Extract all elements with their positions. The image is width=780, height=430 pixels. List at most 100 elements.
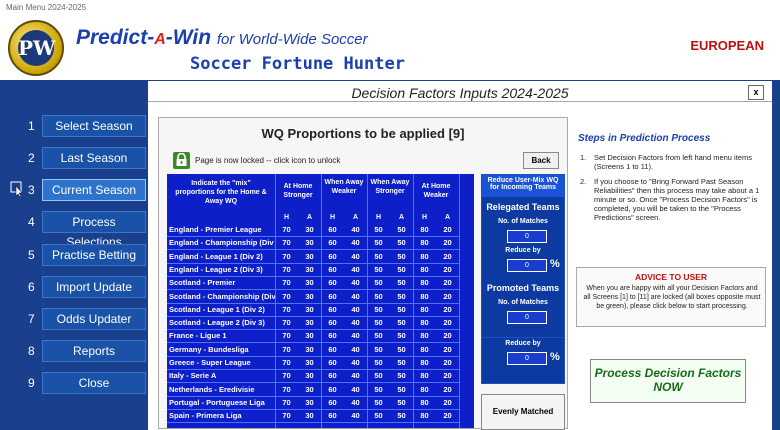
- wq-value-cell[interactable]: 50: [390, 238, 413, 251]
- wq-value-cell[interactable]: 30: [298, 398, 321, 410]
- nav-item-process-selections[interactable]: 4 Process Selections: [0, 209, 150, 249]
- wq-value-cell[interactable]: 80: [413, 265, 436, 277]
- wq-value-cell[interactable]: 20: [436, 331, 459, 344]
- wq-value-cell[interactable]: 60: [321, 345, 344, 357]
- wq-value-cell[interactable]: 50: [390, 318, 413, 331]
- wq-value-cell[interactable]: 40: [344, 252, 367, 264]
- wq-value-cell[interactable]: 30: [298, 371, 321, 384]
- wq-value-cell[interactable]: 60: [321, 278, 344, 291]
- wq-value-cell[interactable]: 50: [390, 252, 413, 264]
- wq-value-cell[interactable]: 50: [390, 225, 413, 237]
- wq-value-cell[interactable]: 50: [390, 371, 413, 384]
- wq-value-cell[interactable]: 70: [275, 371, 298, 384]
- wq-value-cell[interactable]: 60: [321, 252, 344, 264]
- wq-value-cell[interactable]: 40: [344, 292, 367, 304]
- wq-value-cell[interactable]: 70: [275, 318, 298, 331]
- wq-value-cell[interactable]: 30: [298, 411, 321, 424]
- nav-item-practise-betting[interactable]: 5 Practise Betting: [0, 242, 150, 268]
- wq-value-cell[interactable]: 80: [413, 371, 436, 384]
- wq-value-cell[interactable]: 50: [367, 292, 390, 304]
- wq-value-cell[interactable]: 80: [413, 305, 436, 317]
- wq-value-cell[interactable]: 80: [413, 278, 436, 291]
- wq-value-cell[interactable]: 20: [436, 318, 459, 331]
- wq-value-cell[interactable]: 60: [321, 238, 344, 251]
- wq-value-cell[interactable]: 40: [344, 278, 367, 291]
- wq-value-cell[interactable]: 70: [275, 278, 298, 291]
- wq-value-cell[interactable]: 30: [298, 225, 321, 237]
- wq-value-cell[interactable]: 20: [436, 252, 459, 264]
- wq-value-cell[interactable]: 20: [436, 398, 459, 410]
- wq-value-cell[interactable]: 70: [275, 305, 298, 317]
- wq-value-cell[interactable]: 40: [344, 345, 367, 357]
- wq-value-cell[interactable]: 70: [275, 331, 298, 344]
- wq-value-cell[interactable]: 50: [390, 292, 413, 304]
- wq-value-cell[interactable]: 40: [344, 265, 367, 277]
- close-app-button[interactable]: Close: [42, 372, 146, 394]
- back-button[interactable]: Back: [523, 152, 559, 169]
- wq-value-cell[interactable]: 20: [436, 358, 459, 370]
- current-season-button[interactable]: Current Season: [42, 179, 146, 201]
- wq-value-cell[interactable]: 40: [344, 385, 367, 397]
- wq-value-cell[interactable]: 70: [275, 385, 298, 397]
- wq-value-cell[interactable]: 30: [298, 305, 321, 317]
- wq-value-cell[interactable]: 60: [321, 292, 344, 304]
- wq-value-cell[interactable]: 80: [413, 358, 436, 370]
- wq-value-cell[interactable]: 30: [298, 265, 321, 277]
- wq-value-cell[interactable]: 60: [321, 318, 344, 331]
- wq-value-cell[interactable]: 20: [436, 278, 459, 291]
- wq-value-cell[interactable]: 30: [298, 385, 321, 397]
- nav-item-last-season[interactable]: 2 Last Season: [0, 145, 150, 171]
- nav-item-close[interactable]: 9 Close: [0, 370, 150, 396]
- wq-value-cell[interactable]: 60: [321, 305, 344, 317]
- wq-value-cell[interactable]: 50: [390, 278, 413, 291]
- wq-value-cell[interactable]: 20: [436, 345, 459, 357]
- wq-value-cell[interactable]: 20: [436, 225, 459, 237]
- wq-value-cell[interactable]: 80: [413, 292, 436, 304]
- wq-value-cell[interactable]: 70: [275, 345, 298, 357]
- practise-betting-button[interactable]: Practise Betting: [42, 244, 146, 266]
- wq-value-cell[interactable]: 60: [321, 411, 344, 424]
- wq-value-cell[interactable]: 20: [436, 265, 459, 277]
- wq-value-cell[interactable]: 20: [436, 292, 459, 304]
- wq-value-cell[interactable]: 80: [413, 398, 436, 410]
- wq-value-cell[interactable]: 50: [367, 318, 390, 331]
- close-button[interactable]: x: [748, 85, 764, 100]
- nav-item-select-season[interactable]: 1 Select Season: [0, 113, 150, 139]
- wq-value-cell[interactable]: 60: [321, 398, 344, 410]
- wq-value-cell[interactable]: 50: [390, 398, 413, 410]
- wq-value-cell[interactable]: 50: [390, 305, 413, 317]
- wq-value-cell[interactable]: 50: [367, 358, 390, 370]
- wq-value-cell[interactable]: 50: [390, 385, 413, 397]
- reports-button[interactable]: Reports: [42, 340, 146, 362]
- wq-value-cell[interactable]: 30: [298, 358, 321, 370]
- wq-value-cell[interactable]: 80: [413, 411, 436, 424]
- wq-value-cell[interactable]: 50: [367, 305, 390, 317]
- odds-updater-button[interactable]: Odds Updater: [42, 308, 146, 330]
- wq-value-cell[interactable]: 30: [298, 318, 321, 331]
- wq-value-cell[interactable]: 80: [413, 252, 436, 264]
- wq-value-cell[interactable]: 50: [367, 278, 390, 291]
- nav-item-import-update[interactable]: 6 Import Update: [0, 274, 150, 300]
- wq-value-cell[interactable]: 40: [344, 305, 367, 317]
- wq-value-cell[interactable]: 50: [367, 252, 390, 264]
- relegated-matches-input[interactable]: 0: [507, 230, 547, 243]
- wq-value-cell[interactable]: 50: [367, 331, 390, 344]
- process-decision-factors-button[interactable]: Process Decision Factors NOW: [590, 359, 746, 403]
- wq-value-cell[interactable]: 50: [390, 411, 413, 424]
- wq-value-cell[interactable]: 80: [413, 331, 436, 344]
- wq-value-cell[interactable]: 70: [275, 411, 298, 424]
- select-season-button[interactable]: Select Season: [42, 115, 146, 137]
- last-season-button[interactable]: Last Season: [42, 147, 146, 169]
- wq-value-cell[interactable]: 80: [413, 385, 436, 397]
- lock-icon[interactable]: [173, 152, 190, 169]
- wq-value-cell[interactable]: 30: [298, 238, 321, 251]
- wq-value-cell[interactable]: 20: [436, 238, 459, 251]
- wq-value-cell[interactable]: 20: [436, 371, 459, 384]
- wq-value-cell[interactable]: 70: [275, 252, 298, 264]
- wq-value-cell[interactable]: 40: [344, 238, 367, 251]
- wq-value-cell[interactable]: 50: [367, 238, 390, 251]
- wq-value-cell[interactable]: 30: [298, 345, 321, 357]
- wq-value-cell[interactable]: 80: [413, 345, 436, 357]
- wq-value-cell[interactable]: 40: [344, 411, 367, 424]
- wq-value-cell[interactable]: 50: [390, 345, 413, 357]
